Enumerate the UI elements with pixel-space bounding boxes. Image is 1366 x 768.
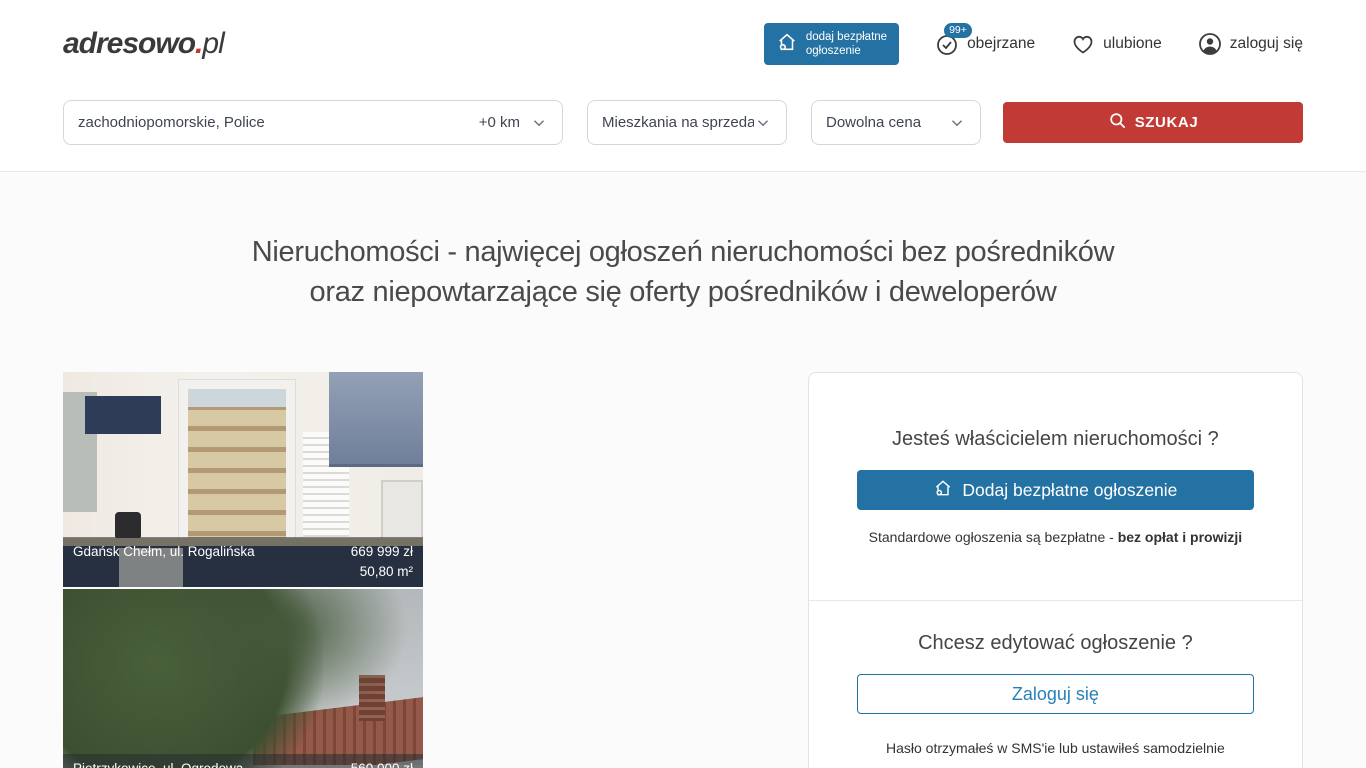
listing-photo [63, 589, 423, 768]
listing-price-area: 560 000 zł 400 m² [351, 759, 413, 768]
sidebar-card: Jesteś właścicielem nieruchomości ? Doda… [808, 372, 1303, 768]
category-select[interactable]: Mieszkania na sprzedaż [587, 100, 787, 145]
add-free-listing-label: Dodaj bezpłatne ogłoszenie [962, 480, 1177, 501]
listing-caption: Pietrzykowice, ul. Ogrodowa 560 000 zł 4… [63, 754, 423, 768]
nav-viewed-label: obejrzane [967, 35, 1035, 53]
location-input[interactable]: zachodniopomorskie, Police +0 km [63, 100, 563, 145]
nav-login[interactable]: zaloguj się [1198, 32, 1303, 56]
listing-location: Gdańsk Chełm, ul. Rogalińska [73, 542, 255, 582]
page-title-line2: oraz niepowtarzające się oferty pośredni… [0, 272, 1366, 312]
kitchen-kettle [115, 512, 141, 538]
page-title: Nieruchomości - najwięcej ogłoszeń nieru… [0, 172, 1366, 312]
listing-price-area: 669 999 zł 50,80 m² [351, 542, 413, 582]
add-listing-label: dodaj bezpłatne ogłoszenie [806, 30, 887, 58]
kitchen-upper-cabinet [329, 372, 423, 467]
main-content: Nieruchomości - najwięcej ogłoszeń nieru… [0, 172, 1366, 768]
price-select[interactable]: Dowolna cena [811, 100, 981, 145]
add-listing-button[interactable]: dodaj bezpłatne ogłoszenie [764, 23, 899, 65]
header-nav: dodaj bezpłatne ogłoszenie 99+ obejrzane… [764, 23, 1303, 65]
window-view-building [188, 389, 286, 559]
logo-main: adresowo [63, 27, 195, 60]
page-title-line1: Nieruchomości - najwięcej ogłoszeń nieru… [0, 232, 1366, 272]
category-value: Mieszkania na sprzedaż [602, 114, 754, 131]
owner-note: Standardowe ogłoszenia są bezpłatne - be… [857, 529, 1254, 545]
viewed-count-badge: 99+ [944, 23, 972, 38]
search-icon [1108, 111, 1127, 134]
tree [153, 589, 413, 729]
listing-caption: Gdańsk Chełm, ul. Rogalińska 669 999 zł … [63, 537, 423, 587]
login-button-label: Zaloguj się [1012, 684, 1099, 705]
logo-tld: pl [202, 27, 223, 60]
house-plus-icon [933, 478, 953, 503]
content-row: Gdańsk Chełm, ul. Rogalińska 669 999 zł … [0, 312, 1366, 768]
price-value: Dowolna cena [826, 114, 921, 131]
edit-note: Hasło otrzymałeś w SMS'ie lub ustawiłeś … [857, 740, 1254, 756]
check-circle-icon: 99+ [935, 32, 959, 56]
listings-grid: Gdańsk Chełm, ul. Rogalińska 669 999 zł … [63, 372, 784, 768]
listing-price: 560 000 zł [351, 759, 413, 768]
search-button[interactable]: SZUKAJ [1003, 102, 1303, 143]
listing-card[interactable]: Gdańsk Chełm, ul. Rogalińska 669 999 zł … [63, 372, 423, 587]
heart-icon [1071, 32, 1095, 56]
logo[interactable]: adresowo.pl [63, 27, 224, 61]
add-free-listing-button[interactable]: Dodaj bezpłatne ogłoszenie [857, 470, 1254, 510]
chevron-down-icon [754, 114, 772, 132]
header: adresowo.pl dodaj bezpłatne ogłoszenie 9 [0, 0, 1366, 88]
house-plus-icon [776, 31, 798, 57]
radius-value: +0 km [479, 114, 520, 131]
search-bar: zachodniopomorskie, Police +0 km Mieszka… [0, 88, 1366, 172]
listing-card[interactable]: Pietrzykowice, ul. Ogrodowa 560 000 zł 4… [63, 589, 423, 768]
chevron-down-icon [948, 114, 966, 132]
edit-section-title: Chcesz edytować ogłoszenie ? [857, 629, 1254, 657]
edit-section: Chcesz edytować ogłoszenie ? Zaloguj się… [809, 601, 1302, 756]
listing-price: 669 999 zł [351, 542, 413, 562]
listing-location: Pietrzykowice, ul. Ogrodowa [73, 759, 243, 768]
listing-area: 50,80 m² [351, 562, 413, 582]
nav-viewed[interactable]: 99+ obejrzane [935, 32, 1035, 56]
nav-favorites[interactable]: ulubione [1071, 32, 1162, 56]
user-icon [1198, 32, 1222, 56]
nav-login-label: zaloguj się [1230, 35, 1303, 53]
owner-section: Jesteś właścicielem nieruchomości ? Doda… [809, 373, 1302, 601]
search-button-label: SZUKAJ [1135, 114, 1199, 131]
login-button[interactable]: Zaloguj się [857, 674, 1254, 714]
location-value: zachodniopomorskie, Police [78, 114, 265, 131]
chevron-down-icon [530, 114, 548, 132]
nav-favorites-label: ulubione [1103, 35, 1162, 53]
owner-section-title: Jesteś właścicielem nieruchomości ? [857, 425, 1254, 453]
kitchen-shelf [85, 396, 161, 434]
